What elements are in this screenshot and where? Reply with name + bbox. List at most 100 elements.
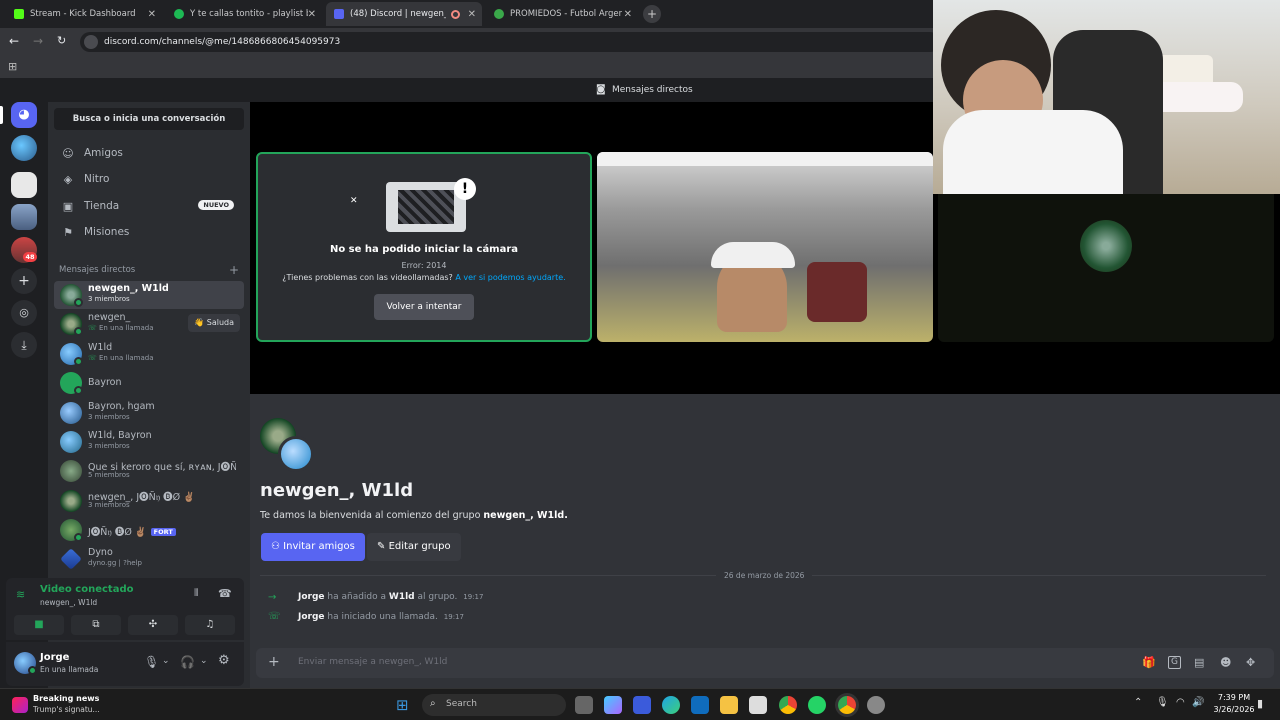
attach-plus-icon[interactable]: + bbox=[268, 654, 280, 670]
avatar bbox=[60, 402, 82, 424]
taskbar-search[interactable]: ⌕ Search bbox=[422, 694, 566, 716]
screen-share-button[interactable]: ⧉ bbox=[71, 615, 121, 635]
back-arrow-icon[interactable]: ← bbox=[9, 34, 19, 48]
close-icon: ✕ bbox=[350, 196, 358, 206]
activities-button[interactable]: ✣ bbox=[128, 615, 178, 635]
microphone-icon[interactable]: 🎙 bbox=[144, 655, 159, 669]
dm-section-header: Mensajes directos + bbox=[59, 263, 239, 277]
edge-icon[interactable] bbox=[662, 696, 680, 714]
gear-icon[interactable]: ⚙ bbox=[218, 653, 230, 668]
disconnect-icon[interactable]: ☎ bbox=[218, 587, 232, 600]
dm-item[interactable]: Bayron, hgam 3 miembros bbox=[54, 399, 244, 427]
reload-icon[interactable]: ↻ bbox=[57, 34, 66, 47]
copilot-icon[interactable] bbox=[604, 696, 622, 714]
retry-button[interactable]: Volver a intentar bbox=[374, 294, 474, 320]
system-message: Jorge ha iniciado una llamada. 19:17 bbox=[298, 612, 464, 622]
shop-icon: ▣ bbox=[62, 199, 74, 213]
window-title: Mensajes directos bbox=[612, 85, 693, 95]
dm-item[interactable]: newgen_, W1ld 3 miembros bbox=[54, 281, 244, 309]
browser-tab-kick[interactable]: Stream - Kick Dashboard ✕ bbox=[6, 2, 162, 26]
noise-suppression-icon[interactable]: ⦀ bbox=[194, 588, 198, 599]
dm-item[interactable]: Bayron bbox=[54, 369, 244, 397]
apps-icon[interactable]: ✥ bbox=[1246, 656, 1255, 669]
avatar bbox=[1080, 220, 1132, 272]
server-icon[interactable] bbox=[11, 172, 37, 198]
apps-grid-icon[interactable]: ⊞ bbox=[8, 60, 17, 73]
nav-shop[interactable]: ▣ Tienda NUEVO bbox=[54, 194, 244, 218]
close-icon[interactable]: ✕ bbox=[624, 9, 632, 20]
app-icon[interactable] bbox=[867, 696, 885, 714]
emoji-icon[interactable]: ☻ bbox=[1220, 656, 1231, 669]
conversation-search[interactable]: Busca o inicia una conversación bbox=[54, 108, 244, 130]
news-title[interactable]: Breaking news bbox=[33, 694, 99, 703]
gift-icon[interactable]: 🎁 bbox=[1142, 656, 1156, 669]
camera-error-tile: ! ✕ No se ha podido iniciar la cámara Er… bbox=[256, 152, 592, 342]
store-icon[interactable] bbox=[749, 696, 767, 714]
news-widget-icon[interactable] bbox=[12, 697, 28, 713]
notifications-icon[interactable]: ▮ bbox=[1257, 697, 1263, 710]
dm-item[interactable]: Que si keroro que sí, ʀʏᴀɴ, J🅞Ñ… 5 miemb… bbox=[54, 457, 244, 485]
add-server-icon[interactable]: + bbox=[11, 268, 37, 294]
site-info-icon[interactable] bbox=[84, 35, 98, 49]
clock-date[interactable]: 3/26/2026 bbox=[1210, 705, 1258, 714]
chrome-icon[interactable] bbox=[838, 696, 856, 714]
edit-group-button[interactable]: ✎ Editar grupo bbox=[367, 533, 461, 561]
dm-item[interactable]: newgen_, J🅞Ñ𝔶 🅑Ø ✌🏽 3 miembros bbox=[54, 487, 244, 515]
task-view-icon[interactable] bbox=[575, 696, 593, 714]
file-explorer-icon[interactable] bbox=[720, 696, 738, 714]
pencil-icon: ✎ bbox=[377, 541, 389, 552]
chevron-down-icon[interactable]: ⌄ bbox=[162, 656, 170, 666]
chevron-down-icon[interactable]: ⌄ bbox=[200, 656, 208, 666]
nav-quests[interactable]: ⚑ Misiones bbox=[54, 220, 244, 244]
nav-nitro[interactable]: ◈ Nitro bbox=[54, 167, 244, 191]
camera-button[interactable]: ■ bbox=[14, 615, 64, 635]
volume-icon[interactable]: 🔊 bbox=[1192, 697, 1204, 708]
group-title: newgen_, W1ld bbox=[260, 480, 414, 501]
invite-friends-button[interactable]: ⚇ Invitar amigos bbox=[261, 533, 365, 561]
help-link[interactable]: A ver si podemos ayudarte. bbox=[455, 273, 565, 282]
webcam-overlay bbox=[933, 0, 1280, 194]
forward-arrow-icon[interactable]: → bbox=[33, 34, 43, 48]
outlook-icon[interactable] bbox=[691, 696, 709, 714]
microphone-icon[interactable]: 🎙 bbox=[1156, 697, 1169, 708]
username: Jorge bbox=[40, 652, 70, 663]
windows-start-icon[interactable]: ⊞ bbox=[396, 696, 409, 714]
dm-item[interactable]: W1ld, Bayron 3 miembros bbox=[54, 428, 244, 456]
wifi-icon[interactable]: ◠ bbox=[1176, 697, 1185, 708]
dm-item[interactable]: newgen_ En una llamada 👋 Saluda bbox=[54, 310, 244, 338]
voice-status[interactable]: Video conectado bbox=[40, 584, 133, 595]
chevron-up-icon[interactable]: ⌃ bbox=[1134, 697, 1142, 708]
video-tile-participant[interactable] bbox=[597, 152, 933, 342]
sticker-icon[interactable]: ▤ bbox=[1194, 656, 1204, 669]
wave-button[interactable]: 👋 Saluda bbox=[188, 314, 240, 332]
guild-tag: FORT bbox=[150, 528, 176, 536]
discover-icon[interactable]: ◎ bbox=[11, 300, 37, 326]
discord-home-icon[interactable]: ◕ bbox=[11, 102, 37, 128]
download-icon[interactable]: ⤓ bbox=[11, 332, 37, 358]
chrome-icon[interactable] bbox=[779, 696, 797, 714]
gif-icon[interactable]: G bbox=[1168, 656, 1181, 669]
create-dm-icon[interactable]: + bbox=[229, 263, 239, 277]
server-icon[interactable] bbox=[11, 135, 37, 161]
voice-connection-panel: ≋ Video conectado newgen_, W1ld ⦀ ☎ ■ ⧉ … bbox=[6, 578, 244, 640]
new-tab-button[interactable]: + bbox=[643, 5, 661, 23]
dm-item[interactable]: Dyno dyno.gg | ?help bbox=[54, 545, 244, 573]
browser-tab-spotify[interactable]: Y te callas tontito - playlist by J ✕ bbox=[166, 2, 322, 26]
dm-item[interactable]: J🅞Ñ𝔶 🅑Ø ✌🏽 FORT bbox=[54, 516, 244, 544]
soundboard-button[interactable]: ♫ bbox=[185, 615, 235, 635]
browser-tab-discord[interactable]: (48) Discord | newgen_, W1l ✕ bbox=[326, 2, 482, 26]
windows-taskbar: Breaking news Trump's signatu... ⊞ ⌕ Sea… bbox=[0, 688, 1280, 720]
url-input[interactable]: discord.com/channels/@me/148686680645409… bbox=[80, 32, 940, 52]
message-input[interactable]: Enviar mensaje a newgen_, W1ld bbox=[298, 657, 447, 667]
close-icon[interactable]: ✕ bbox=[148, 9, 156, 20]
close-icon[interactable]: ✕ bbox=[468, 9, 476, 20]
close-icon[interactable]: ✕ bbox=[308, 9, 316, 20]
dm-item[interactable]: W1ld En una llamada bbox=[54, 340, 244, 368]
whatsapp-icon[interactable] bbox=[808, 696, 826, 714]
headphones-icon[interactable]: 🎧 bbox=[180, 655, 195, 669]
server-icon[interactable] bbox=[11, 204, 37, 230]
browser-tab-promiedos[interactable]: PROMIEDOS - Futbol Argentino ✕ bbox=[486, 2, 638, 26]
app-icon[interactable] bbox=[633, 696, 651, 714]
clock-time[interactable]: 7:39 PM bbox=[1214, 693, 1254, 702]
nav-friends[interactable]: ☺ Amigos bbox=[54, 141, 244, 165]
